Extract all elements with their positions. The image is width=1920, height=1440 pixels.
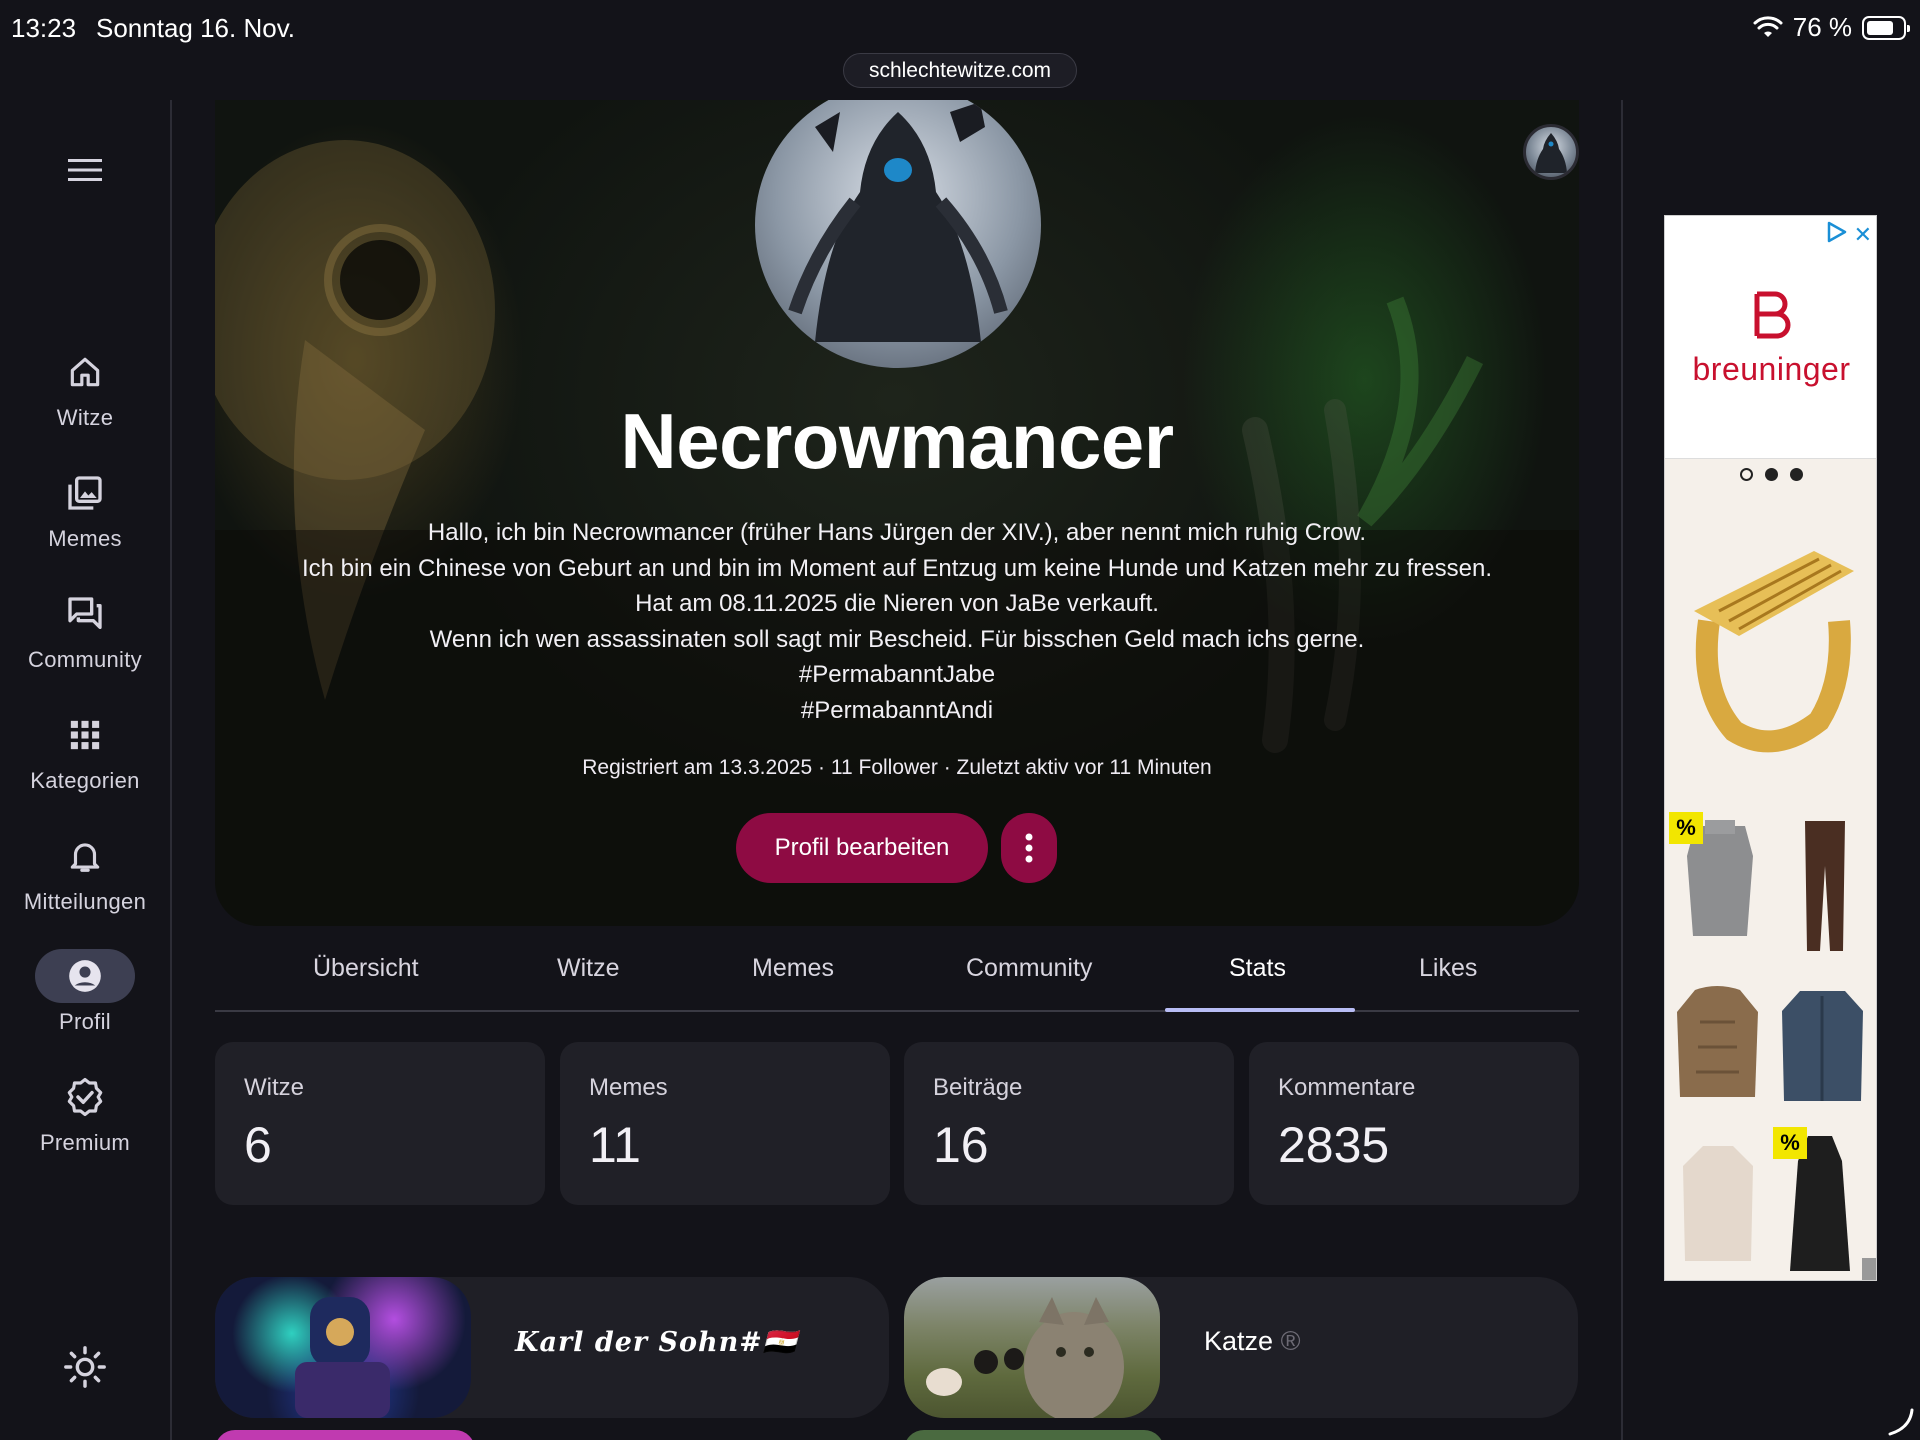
- status-bar: 13:23 Sonntag 16. Nov. 76 %: [0, 0, 1920, 56]
- user-avatar-button[interactable]: [1523, 124, 1579, 180]
- stat-value: 16: [933, 1117, 989, 1173]
- profile-name: Necrowmancer: [620, 397, 1174, 485]
- rail-item-kategorien[interactable]: Kategorien: [0, 708, 170, 794]
- rail-label: Mitteilungen: [23, 889, 147, 914]
- rail-label: Kategorien: [30, 768, 140, 793]
- bell-icon: [70, 843, 100, 872]
- tab-uebersicht[interactable]: Übersicht: [313, 954, 419, 983]
- rail-item-profil[interactable]: Profil: [0, 949, 170, 1035]
- reaper-avatar-image: [1535, 133, 1567, 173]
- stat-value: 11: [589, 1117, 641, 1173]
- community-card[interactable]: Karl der Sohn#🇪🇬: [215, 1277, 889, 1418]
- sale-badge: %: [1773, 1127, 1807, 1159]
- ad-scroll-handle[interactable]: [1862, 1258, 1876, 1280]
- stat-label: Witze: [244, 1074, 304, 1101]
- rail-label: Community: [28, 647, 142, 672]
- profile-bio: Hallo, ich bin Necrowmancer (früher Hans…: [215, 515, 1579, 728]
- community-card[interactable]: Katze ®: [904, 1277, 1578, 1418]
- bio-line: Ich bin ein Chinese von Geburt an und bi…: [301, 554, 1492, 582]
- tab-memes[interactable]: Memes: [752, 954, 834, 983]
- profile-tabs: Übersicht Witze Memes Community Stats Li…: [215, 940, 1579, 1012]
- wifi-icon: [1753, 15, 1783, 37]
- profile-banner: Necrowmancer Hallo, ich bin Necrowmancer…: [215, 100, 1579, 926]
- community-thumbnail: [215, 1277, 471, 1418]
- tab-likes[interactable]: Likes: [1419, 954, 1477, 983]
- content-divider: [1621, 100, 1623, 1440]
- gallery-icon: [68, 476, 102, 510]
- account-icon: [69, 960, 101, 992]
- grid-icon: [70, 720, 100, 750]
- registered-badge: ®: [1280, 1326, 1301, 1356]
- puffer-jacket-image: [1677, 986, 1758, 1097]
- community-card-peek: [215, 1430, 475, 1440]
- sun-icon: [64, 1346, 106, 1388]
- profile-meta: Registriert am 13.3.2025 · 11 Follower ·…: [582, 756, 1212, 779]
- forum-icon: [68, 597, 102, 629]
- advertisement[interactable]: ✕ breuninger % %: [1664, 215, 1877, 1281]
- bio-hashtag: #PermabanntAndi: [800, 696, 994, 724]
- stat-label: Memes: [589, 1074, 668, 1101]
- battery-icon: [1862, 15, 1910, 40]
- sweater-image: [1683, 1146, 1753, 1261]
- more-options-button[interactable]: [1001, 813, 1057, 883]
- ad-close-icon[interactable]: ✕: [1854, 222, 1872, 248]
- stat-label: Kommentare: [1278, 1074, 1416, 1101]
- stat-value: 6: [244, 1117, 272, 1173]
- tab-stats[interactable]: Stats: [1229, 954, 1286, 983]
- stat-value: 2835: [1278, 1117, 1390, 1173]
- bio-hashtag: #PermabanntJabe: [798, 661, 996, 688]
- status-time: 13:23: [11, 13, 77, 43]
- resize-corner-icon: [1888, 1408, 1914, 1436]
- rail-label: Premium: [39, 1130, 131, 1155]
- page: 13:23 Sonntag 16. Nov. 76 % schlechtewit…: [0, 0, 1920, 1440]
- stat-card-beitraege: Beiträge 16: [904, 1042, 1234, 1205]
- rail-item-premium[interactable]: Premium: [0, 1070, 170, 1156]
- battery-percent: 76 %: [1792, 12, 1852, 42]
- tab-community[interactable]: Community: [966, 954, 1092, 983]
- community-thumbnail: [904, 1277, 1160, 1418]
- status-date: Sonntag 16. Nov.: [96, 13, 295, 43]
- trousers-image: [1805, 821, 1845, 951]
- ad-brand-name: breuninger: [1692, 351, 1851, 387]
- rail-item-community[interactable]: Community: [0, 587, 170, 673]
- rail-label: Profil: [59, 1009, 111, 1034]
- rail-item-memes[interactable]: Memes: [0, 466, 170, 552]
- bio-line: Wenn ich wen assassinaten soll sagt mir …: [429, 625, 1365, 653]
- ad-carousel-dots: [1665, 468, 1876, 486]
- stat-label: Beiträge: [933, 1074, 1023, 1101]
- breuninger-logo-icon: [1754, 291, 1791, 339]
- community-title: Katze ®: [1204, 1326, 1301, 1356]
- bio-line: Hat am 08.11.2025 die Nieren von JaBe ve…: [635, 590, 1159, 617]
- more-vert-icon: [1025, 833, 1033, 863]
- verified-icon: [67, 1077, 103, 1117]
- adchoices-icon[interactable]: [1824, 220, 1848, 244]
- community-card-peek: [904, 1430, 1164, 1440]
- rail-item-mitteilungen[interactable]: Mitteilungen: [0, 829, 170, 915]
- stat-card-memes: Memes 11: [560, 1042, 890, 1205]
- status-right: 76 %: [1753, 12, 1910, 43]
- tab-witze[interactable]: Witze: [557, 954, 620, 983]
- active-tab-indicator: [1165, 1008, 1355, 1012]
- sale-badge: %: [1669, 812, 1703, 844]
- community-title: Karl der Sohn#🇪🇬: [515, 1327, 798, 1358]
- rail-label: Memes: [48, 526, 122, 551]
- rail-item-witze[interactable]: Witze: [0, 345, 170, 431]
- theme-toggle-button[interactable]: [62, 1344, 108, 1390]
- bio-line: Hallo, ich bin Necrowmancer (früher Hans…: [427, 519, 1367, 546]
- stat-card-witze: Witze 6: [215, 1042, 545, 1205]
- rail-label: Witze: [56, 405, 114, 430]
- url-bar[interactable]: schlechtewitze.com: [843, 53, 1077, 88]
- edit-profile-button[interactable]: Profil bearbeiten: [736, 813, 988, 883]
- denim-jacket-image: [1782, 991, 1863, 1101]
- menu-button[interactable]: [63, 148, 107, 192]
- ad-header: ✕ breuninger: [1665, 216, 1876, 459]
- stat-card-kommentare: Kommentare 2835: [1249, 1042, 1579, 1205]
- home-icon: [70, 357, 100, 387]
- gold-ring-image: [1694, 551, 1854, 753]
- hamburger-icon: [68, 159, 102, 181]
- navigation-rail: Witze Memes Community Kategorien Mitteil…: [0, 100, 172, 1440]
